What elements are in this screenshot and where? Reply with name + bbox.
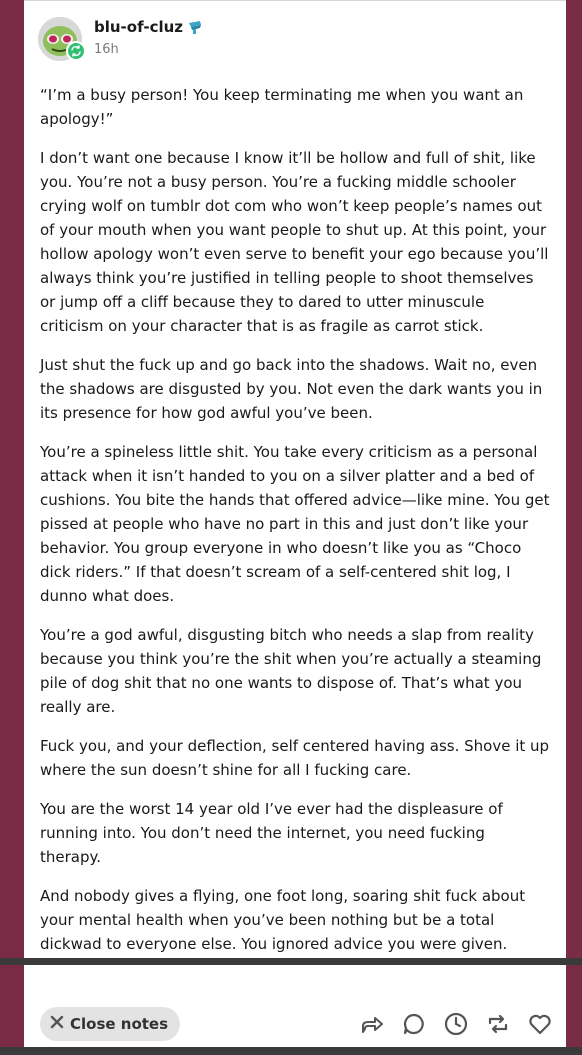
post-body: “I’m a busy person! You keep terminating… [40, 83, 550, 959]
bottom-bar [0, 1047, 582, 1055]
close-notes-button[interactable]: Close notes [40, 1007, 181, 1041]
close-icon [50, 1015, 64, 1033]
page-background: blu-of-cluz 16h “I’m a busy person! You … [0, 0, 582, 1055]
paragraph: Fuck you, and your deflection, self cent… [40, 737, 550, 779]
author-badge-icon [187, 19, 203, 35]
post-footer: Close notes [24, 965, 566, 1047]
reply-icon[interactable] [402, 1012, 426, 1036]
post-card: blu-of-cluz 16h “I’m a busy person! You … [24, 0, 566, 959]
share-icon[interactable] [360, 1012, 384, 1036]
post-author[interactable]: blu-of-cluz [94, 18, 203, 36]
author-name[interactable]: blu-of-cluz [94, 18, 183, 36]
reblog-badge-icon [66, 41, 86, 61]
divider [0, 958, 582, 965]
schedule-icon[interactable] [444, 1012, 468, 1036]
post-timestamp: 16h [94, 42, 119, 57]
paragraph: I don’t want one because I know it’ll be… [40, 149, 549, 335]
close-notes-label: Close notes [70, 1015, 169, 1033]
paragraph: “I’m a busy person! You keep terminating… [40, 86, 524, 128]
reblog-icon[interactable] [486, 1012, 510, 1036]
post-actions [360, 1012, 552, 1036]
paragraph: Just shut the fuck up and go back into t… [40, 356, 543, 422]
paragraph: You are the worst 14 year old I’ve ever … [40, 800, 503, 866]
paragraph: And nobody gives a flying, one foot long… [40, 887, 526, 953]
paragraph: You’re a spineless little shit. You take… [40, 443, 550, 605]
like-icon[interactable] [528, 1012, 552, 1036]
paragraph: You’re a god awful, disgusting bitch who… [40, 626, 542, 716]
